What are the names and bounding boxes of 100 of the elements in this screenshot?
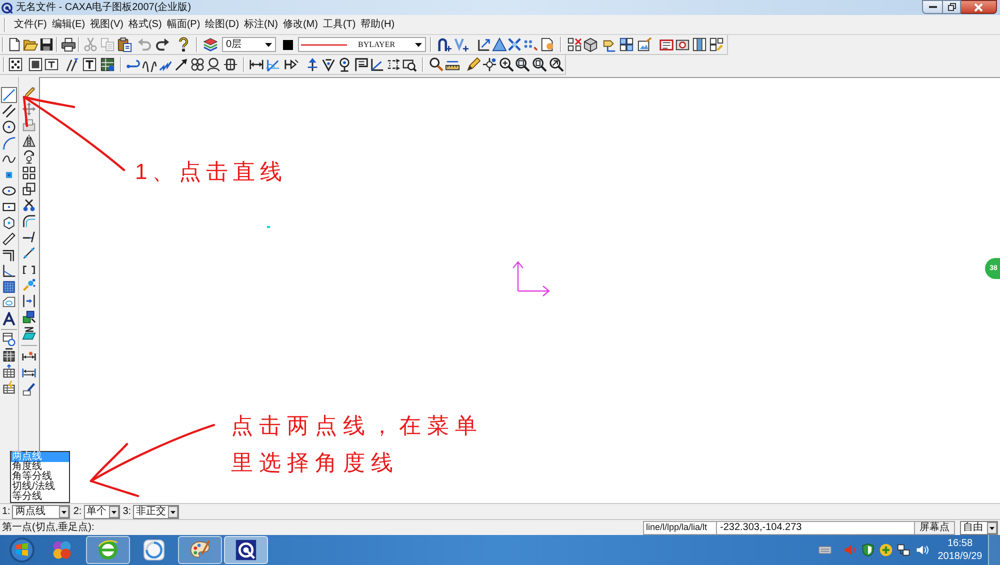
fillet-icon[interactable] (21, 213, 37, 229)
squares-icon[interactable] (618, 37, 634, 52)
layer-dropdown[interactable]: 0层 (222, 37, 276, 52)
menu-item[interactable]: 帮助(H) (360, 20, 396, 30)
linear-dimension-icon[interactable] (248, 57, 264, 72)
diagonal-arrow-icon[interactable] (174, 57, 188, 72)
linetype-dropdown[interactable]: BYLAYER (298, 37, 426, 52)
menu-item[interactable]: 视图(V) (89, 20, 124, 30)
block-insert-icon[interactable] (1, 331, 17, 347)
paste-icon[interactable] (117, 37, 132, 52)
frame-arrow-icon[interactable] (476, 37, 492, 52)
menu-item[interactable]: 绘图(D) (204, 20, 240, 30)
move-arrows-icon[interactable] (21, 101, 37, 117)
window-frame-icon[interactable] (28, 57, 42, 72)
rotate-icon[interactable] (21, 149, 37, 165)
menu-item[interactable]: 文件(F) (13, 20, 48, 30)
viewport-icon[interactable] (8, 57, 22, 72)
lined-frame-icon[interactable] (658, 37, 674, 52)
printer-icon[interactable] (60, 37, 76, 52)
dots-grid-icon[interactable] (522, 37, 538, 52)
cube-icon[interactable] (582, 37, 598, 52)
dropdown-option[interactable]: 切线/法线 (11, 482, 69, 492)
table-bolt-icon[interactable] (1, 379, 17, 395)
new-file-icon[interactable] (6, 37, 22, 52)
zoom-arrow-icon[interactable] (548, 57, 564, 72)
hatch-grid-icon[interactable] (1, 279, 17, 295)
letter-a-icon[interactable] (1, 311, 17, 327)
menu-item[interactable]: 修改(M) (282, 20, 319, 30)
stretch-line-icon[interactable] (21, 245, 37, 261)
flag-frame-icon[interactable] (354, 57, 368, 72)
camera-frame-icon[interactable] (675, 37, 690, 52)
app-logo-icon[interactable] (1, 2, 13, 14)
copy-shapes-icon[interactable] (21, 117, 37, 133)
dropdown-option[interactable]: 等分线 (11, 492, 69, 502)
taskbar-app-button[interactable] (224, 536, 268, 564)
grid-x-icon[interactable] (566, 37, 582, 52)
line-icon[interactable] (1, 87, 17, 103)
angle-dimension-icon[interactable] (265, 57, 280, 72)
keyboard-icon[interactable] (818, 543, 832, 557)
dropdown-option[interactable]: 角等分线 (11, 472, 69, 482)
zoom-page-icon[interactable] (532, 57, 547, 72)
person-outline-icon[interactable] (206, 57, 221, 72)
menu-item[interactable]: 标注(N) (243, 20, 279, 30)
option-dropdown[interactable]: 两点线 (12, 504, 70, 518)
loops-icon[interactable] (190, 57, 204, 72)
angle-mark-icon[interactable] (370, 57, 384, 72)
cross-arrows-icon[interactable] (506, 37, 522, 52)
array-squares-icon[interactable] (21, 165, 37, 181)
scissors-icon[interactable] (21, 197, 37, 213)
frame-magnifier-icon[interactable] (402, 57, 416, 72)
explode-icon[interactable] (21, 277, 37, 293)
network-icon[interactable] (897, 543, 911, 557)
panels-icon[interactable] (692, 37, 707, 52)
v-shape-icon[interactable] (320, 57, 336, 72)
pencil-icon[interactable] (466, 57, 480, 72)
match-squares-icon[interactable] (21, 309, 37, 325)
shield-icon[interactable] (861, 543, 875, 557)
polygon-icon[interactable] (1, 215, 17, 231)
arc-icon[interactable] (1, 135, 17, 151)
letter-t-icon[interactable] (82, 57, 97, 72)
volume-icon[interactable] (915, 543, 929, 557)
text-frame-icon[interactable] (44, 57, 59, 72)
snap-mode-dropdown[interactable]: 自由 (960, 520, 998, 534)
minimize-button[interactable] (922, 0, 943, 14)
pan-cross-icon[interactable] (482, 57, 497, 72)
datum-target-icon[interactable] (337, 57, 352, 72)
align-arrow-icon[interactable] (21, 293, 37, 309)
color-swatch-icon[interactable] (282, 40, 292, 50)
table-arrow-icon[interactable] (1, 363, 17, 379)
dropdown-option[interactable]: 角度线 (11, 462, 69, 472)
parallel-lines-icon[interactable] (1, 103, 17, 119)
rounded-cross-icon[interactable] (223, 57, 238, 72)
layer-stack-icon[interactable] (202, 37, 218, 52)
start-orb-icon[interactable] (9, 537, 35, 563)
blocks-pencil-icon[interactable] (709, 37, 724, 52)
axis-angle-icon[interactable] (1, 263, 17, 279)
brush-icon[interactable] (21, 381, 37, 397)
slot-shape-icon[interactable] (1, 231, 17, 247)
table-image-icon[interactable] (100, 57, 115, 72)
redo-icon[interactable] (154, 37, 170, 52)
open-folder-icon[interactable] (22, 37, 38, 52)
scale-squares-icon[interactable] (21, 181, 37, 197)
table-icon[interactable] (1, 347, 17, 363)
slanted-lines-icon[interactable] (64, 57, 80, 72)
close-button[interactable] (961, 0, 997, 14)
dashed-arrows-icon[interactable] (386, 57, 400, 72)
circle-icon[interactable] (1, 119, 17, 135)
clock-time[interactable]: 16:58 (947, 537, 973, 550)
corner-lines-icon[interactable] (1, 247, 17, 263)
image-brush-icon[interactable] (636, 37, 652, 52)
arch-plus-icon[interactable] (436, 37, 452, 52)
menu-item[interactable]: 编辑(E) (50, 20, 86, 30)
v-plus-icon[interactable] (454, 37, 468, 52)
extend-line-icon[interactable] (21, 229, 37, 245)
weld-symbol-icon[interactable] (284, 57, 298, 72)
hatch-parallelogram-icon[interactable] (21, 325, 37, 341)
restore-button[interactable] (943, 0, 961, 14)
menu-item[interactable]: 格式(S) (127, 20, 163, 30)
menu-item[interactable]: 工具(T) (322, 20, 357, 30)
zoom-in-icon[interactable] (498, 57, 514, 72)
